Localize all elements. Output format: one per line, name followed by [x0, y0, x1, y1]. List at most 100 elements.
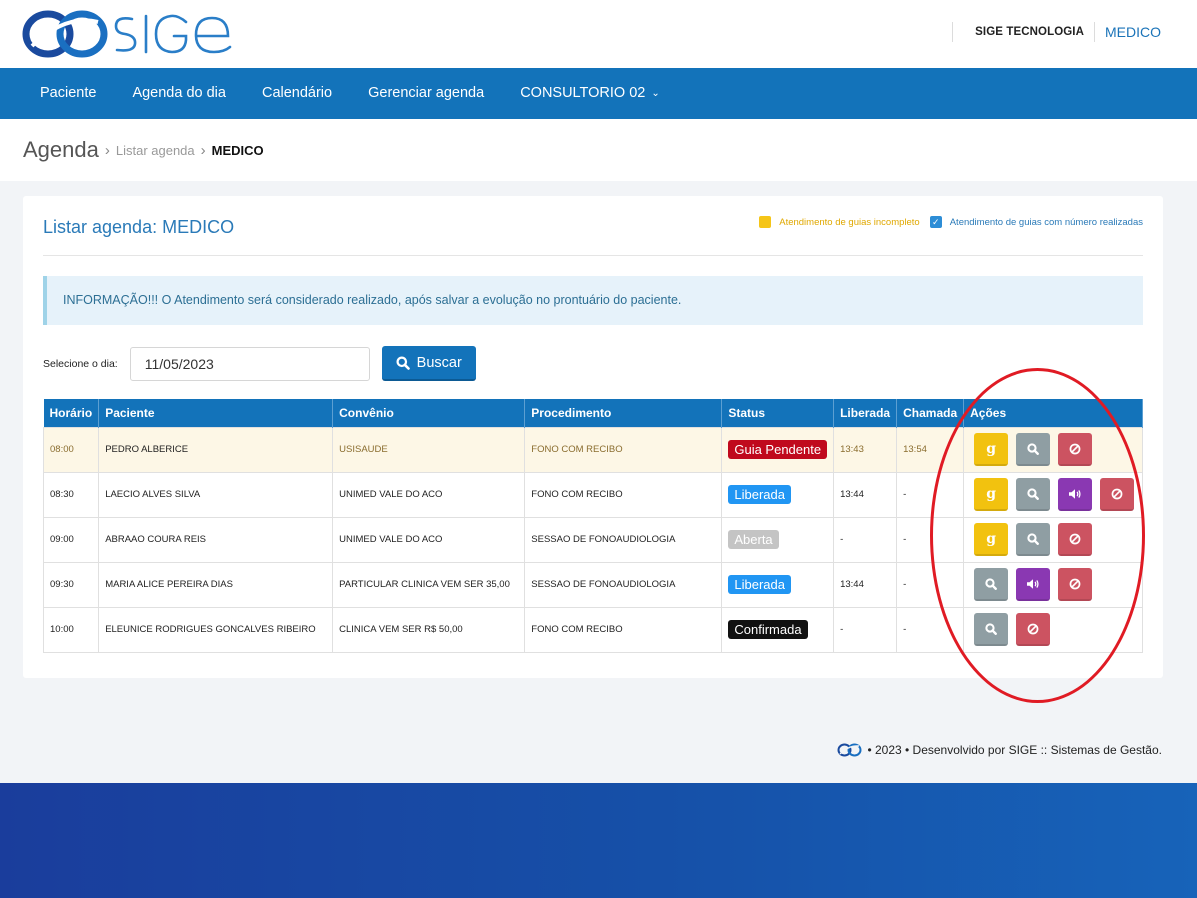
cell-time: 09:30 [42, 561, 100, 608]
search-form: Selecione o dia: Buscar [43, 346, 476, 381]
view-button[interactable] [1016, 478, 1051, 511]
cell-plan: PARTICULAR CLINICA VEM SER 35,00 [332, 561, 526, 608]
cell-called: - [896, 561, 965, 608]
guide-button[interactable]: g [974, 433, 1009, 466]
search-icon [1027, 532, 1040, 545]
cell-released: - [833, 606, 898, 653]
cell-time: 08:30 [42, 471, 100, 518]
cancel-button[interactable] [1016, 613, 1051, 646]
sige-logo-icon [837, 743, 862, 757]
cell-called: - [896, 471, 965, 518]
cell-actions [963, 561, 1143, 608]
legend-done-label: Atendimento de guias com número realizad… [949, 216, 1143, 228]
col-status[interactable]: Status [721, 399, 835, 427]
nav-consultorio-dropdown[interactable]: CONSULTORIO 02 ⌄ [502, 68, 678, 119]
nav-calendario[interactable]: Calendário [244, 68, 350, 119]
volume-icon [1069, 488, 1081, 499]
nav-paciente[interactable]: Paciente [22, 68, 114, 119]
cell-patient: PEDRO ALBERICE [98, 426, 334, 473]
ban-icon [1069, 578, 1081, 589]
search-icon [1027, 487, 1040, 500]
col-chamada[interactable]: Chamada [896, 399, 965, 427]
guide-button[interactable]: g [974, 523, 1009, 556]
cell-called: 13:54 [896, 426, 965, 473]
col-convenio[interactable]: Convênio [332, 399, 526, 427]
search-button[interactable]: Buscar [381, 346, 476, 381]
cell-actions: g [963, 516, 1143, 563]
view-button[interactable] [1016, 433, 1051, 466]
col-horario[interactable]: Horário [43, 399, 100, 427]
col-paciente[interactable]: Paciente [98, 399, 334, 427]
cell-plan: UNIMED VALE DO ACO [332, 471, 526, 518]
agenda-table: Horário Paciente Convênio Procedimento S… [42, 399, 1143, 653]
cell-patient: ELEUNICE RODRIGUES GONCALVES RIBEIRO [98, 606, 334, 653]
sige-logo[interactable] [22, 8, 237, 60]
view-button[interactable] [974, 568, 1009, 601]
nav-consultorio-label: CONSULTORIO 02 [520, 85, 646, 101]
main-nav: Paciente Agenda do dia Calendário Gerenc… [0, 68, 1197, 119]
nav-gerenciar-agenda[interactable]: Gerenciar agenda [350, 68, 502, 119]
ban-icon [1069, 533, 1081, 544]
cancel-button[interactable] [1058, 523, 1093, 556]
breadcrumb: Agenda › Listar agenda › MEDICO [0, 119, 1197, 181]
cell-status: Liberada [721, 471, 835, 518]
cell-procedure: SESSAO DE FONOAUDIOLOGIA [524, 516, 723, 563]
divider [43, 255, 1143, 256]
search-button-label: Buscar [416, 354, 462, 371]
legend-incomplete-swatch [759, 216, 772, 228]
cell-time: 08:00 [42, 426, 100, 473]
view-button[interactable] [974, 613, 1009, 646]
cell-time: 09:00 [42, 516, 100, 563]
table-header-row: Horário Paciente Convênio Procedimento S… [43, 399, 1143, 427]
chevron-down-icon: ⌄ [651, 88, 660, 99]
panel-title: Listar agenda: MEDICO [43, 217, 235, 237]
agenda-panel: Listar agenda: MEDICO Atendimento de gui… [23, 196, 1163, 678]
ban-icon [1111, 488, 1123, 499]
search-icon [1027, 442, 1040, 455]
chevron-right-icon: › [104, 141, 110, 159]
footer-text: • 2023 • Desenvolvido por SIGE :: Sistem… [867, 743, 1162, 757]
cell-status: Aberta [721, 516, 835, 563]
view-button[interactable] [1016, 523, 1051, 556]
cancel-button[interactable] [1058, 568, 1093, 601]
chevron-right-icon: › [200, 141, 206, 159]
col-acoes: Ações [963, 399, 1143, 427]
cell-patient: LAECIO ALVES SILVA [98, 471, 334, 518]
cell-procedure: FONO COM RECIBO [524, 471, 723, 518]
cell-released: - [833, 516, 898, 563]
status-badge: Aberta [728, 530, 779, 549]
table-row: 08:30 LAECIO ALVES SILVA UNIMED VALE DO … [42, 471, 1143, 518]
col-procedimento[interactable]: Procedimento [524, 399, 723, 427]
nav-agenda-do-dia[interactable]: Agenda do dia [114, 68, 244, 119]
cancel-button[interactable] [1058, 433, 1093, 466]
table-row: 09:30 MARIA ALICE PEREIRA DIAS PARTICULA… [42, 561, 1143, 608]
cell-status: Guia Pendente [721, 426, 835, 473]
col-liberada[interactable]: Liberada [833, 399, 898, 427]
cell-called: - [896, 606, 965, 653]
cancel-button[interactable] [1100, 478, 1135, 511]
cell-status: Confirmada [721, 606, 835, 653]
bottom-band [0, 783, 1197, 898]
user-menu[interactable]: MEDICO [1095, 24, 1161, 40]
date-input[interactable] [129, 346, 370, 381]
cell-plan: UNIMED VALE DO ACO [332, 516, 526, 563]
cell-actions: g [963, 426, 1143, 473]
legend: Atendimento de guias incompleto ✓ Atendi… [759, 216, 1143, 228]
cell-status: Liberada [721, 561, 835, 608]
status-badge: Confirmada [728, 620, 808, 639]
footer: • 2023 • Desenvolvido por SIGE :: Sistem… [0, 718, 1197, 783]
call-patient-button[interactable] [1058, 478, 1093, 511]
cell-actions [963, 606, 1143, 653]
status-badge: Liberada [728, 485, 791, 504]
date-label: Selecione o dia: [43, 357, 118, 370]
call-patient-button[interactable] [1016, 568, 1051, 601]
info-alert: INFORMAÇÃO!!! O Atendimento será conside… [43, 276, 1143, 325]
guide-button[interactable]: g [974, 478, 1009, 511]
table-row: 08:00 PEDRO ALBERICE USISAUDE FONO COM R… [42, 426, 1143, 473]
status-badge: Liberada [728, 575, 791, 594]
checkmark-icon: ✓ [929, 216, 942, 228]
cell-patient: MARIA ALICE PEREIRA DIAS [98, 561, 334, 608]
organization-name[interactable]: SIGE TECNOLOGIA [953, 26, 1094, 38]
breadcrumb-link[interactable]: Listar agenda [116, 143, 195, 158]
breadcrumb-current: MEDICO [211, 142, 264, 158]
